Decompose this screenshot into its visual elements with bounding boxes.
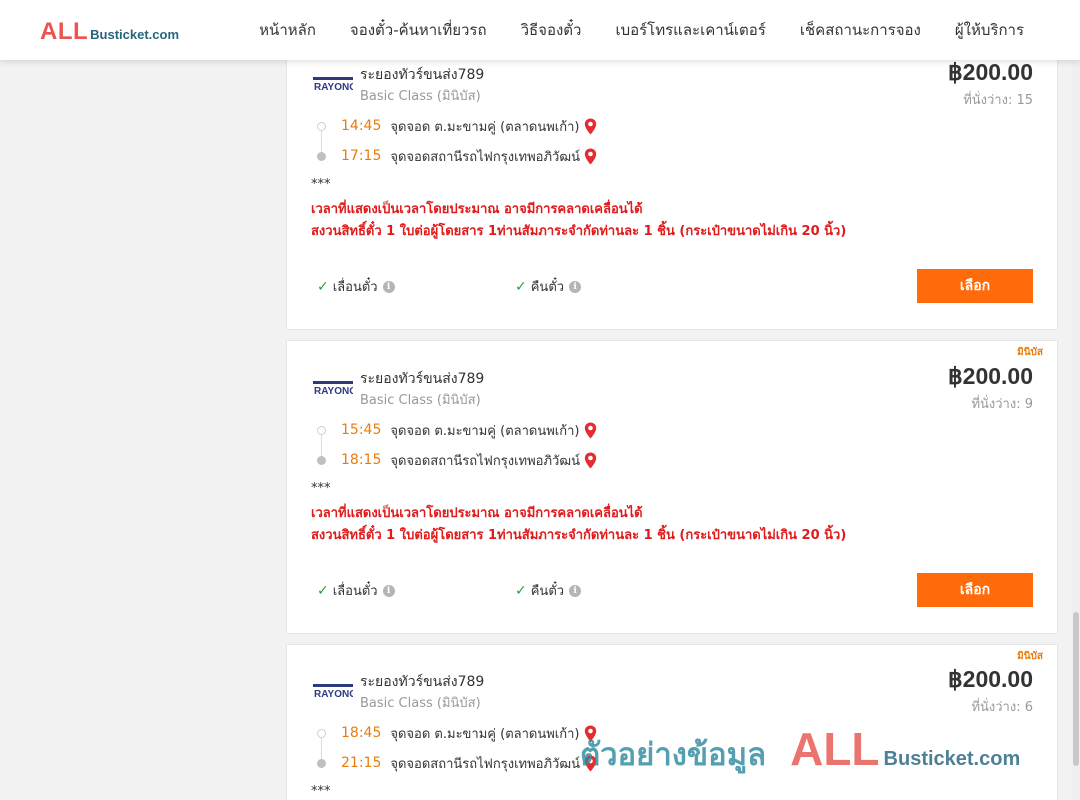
operator-name: ระยองทัวร์ขนส่ง789 (360, 67, 485, 83)
remark-stars: *** (311, 481, 331, 496)
trip-card: มินิบัส RAYONG ระยองทัวร์ขนส่ง789 Basic … (286, 340, 1058, 634)
trip-card: RAYONG ระยองทัวร์ขนส่ง789 Basic Class (ม… (286, 30, 1058, 330)
arrival-stop: 18:15 จุดจอดสถานีรถไฟกรุงเทพอภิวัฒน์ (317, 449, 597, 471)
nav-home[interactable]: หน้าหลัก (259, 18, 316, 42)
departure-place: จุดจอด ต.มะขามคู่ (ตลาดนพเก้า) (390, 726, 580, 742)
departure-stop: 15:45 จุดจอด ต.มะขามคู่ (ตลาดนพเก้า) (317, 419, 597, 441)
time-disclaimer: เวลาที่แสดงเป็นเวลาโดยประมาณ อาจมีการคลา… (311, 202, 643, 217)
page-scrollbar[interactable] (1072, 60, 1080, 800)
feature-refund-label: คืนตั๋ว (530, 280, 565, 295)
sample-data-watermark: ตัวอย่างข้อมูล ALL Busticket.com (580, 722, 1020, 779)
arrival-dot-icon (317, 758, 326, 768)
scrollbar-thumb[interactable] (1073, 612, 1079, 766)
operator-logo-icon: RAYONG (313, 77, 353, 93)
departure-time: 14:45 (341, 118, 382, 134)
map-pin-icon[interactable] (584, 452, 597, 469)
arrival-place: จุดจอดสถานีรถไฟกรุงเทพอภิวัฒน์ (390, 149, 580, 165)
operator-name: ระยองทัวร์ขนส่ง789 (360, 371, 485, 387)
bus-class: Basic Class (มินิบัส) (360, 393, 481, 408)
top-navbar: ALL Busticket.com หน้าหลัก จองตั๋ว-ค้นหา… (0, 0, 1080, 60)
departure-stop: 14:45 จุดจอด ต.มะขามคู่ (ตลาดนพเก้า) (317, 115, 597, 137)
check-icon: ✓ (515, 278, 527, 295)
seats-available: ที่นั่งว่าง: 15 (963, 93, 1033, 108)
info-icon[interactable]: i (382, 584, 395, 597)
operator-name: ระยองทัวร์ขนส่ง789 (360, 674, 485, 690)
time-disclaimer: เวลาที่แสดงเป็นเวลาโดยประมาณ อาจมีการคลา… (311, 506, 643, 521)
nav-how-to-book[interactable]: วิธีจองตั๋ว (521, 18, 582, 42)
departure-dot-icon (317, 121, 326, 131)
ticket-price: ฿200.00 (948, 666, 1033, 692)
map-pin-icon[interactable] (584, 148, 597, 165)
seats-available: ที่นั่งว่าง: 9 (971, 397, 1033, 412)
ticket-price: ฿200.00 (948, 363, 1033, 389)
operator-logo-icon: RAYONG (313, 684, 353, 700)
bus-type-tag: มินิบัส (1017, 347, 1043, 358)
arrival-dot-icon (317, 151, 326, 161)
departure-place: จุดจอด ต.มะขามคู่ (ตลาดนพเก้า) (390, 423, 580, 439)
bus-class: Basic Class (มินิบัส) (360, 696, 481, 711)
site-logo[interactable]: ALL Busticket.com (40, 18, 179, 46)
departure-place: จุดจอด ต.มะขามคู่ (ตลาดนพเก้า) (390, 119, 580, 135)
check-icon: ✓ (515, 582, 527, 599)
info-icon[interactable]: i (569, 584, 582, 597)
luggage-policy: สงวนสิทธิ์ตั๋ว 1 ใบต่อผู้โดยสาร 1ท่านสัม… (311, 528, 847, 543)
arrival-stop: 17:15 จุดจอดสถานีรถไฟกรุงเทพอภิวัฒน์ (317, 145, 597, 167)
bus-type-tag: มินิบัส (1017, 651, 1043, 662)
nav-operators[interactable]: ผู้ให้บริการ (955, 18, 1024, 42)
arrival-place: จุดจอดสถานีรถไฟกรุงเทพอภิวัฒน์ (390, 453, 580, 469)
feature-reschedule-label: เลื่อนตั๋ว (332, 280, 378, 295)
operator-logo-text: RAYONG (314, 82, 353, 93)
remark-stars: *** (311, 784, 331, 799)
arrival-dot-icon (317, 455, 326, 465)
feature-refund: ✓ คืนตั๋ว i (515, 276, 582, 297)
select-trip-button[interactable]: เลือก (917, 269, 1033, 303)
arrival-time: 21:15 (341, 755, 382, 771)
arrival-stop: 21:15 จุดจอดสถานีรถไฟกรุงเทพอภิวัฒน์ (317, 752, 597, 774)
bus-class: Basic Class (มินิบัส) (360, 89, 481, 104)
nav-contact-counters[interactable]: เบอร์โทรและเคาน์เตอร์ (615, 18, 765, 42)
main-nav: หน้าหลัก จองตั๋ว-ค้นหาเที่ยวรถ วิธีจองตั… (259, 0, 1024, 60)
departure-time: 18:45 (341, 725, 382, 741)
feature-reschedule: ✓ เลื่อนตั๋ว i (317, 580, 395, 601)
map-pin-icon[interactable] (584, 422, 597, 439)
logo-all-text: ALL (40, 18, 89, 45)
feature-reschedule: ✓ เลื่อนตั๋ว i (317, 276, 395, 297)
departure-dot-icon (317, 728, 326, 738)
check-icon: ✓ (317, 582, 329, 599)
watermark-logo-rest: Busticket.com (883, 748, 1021, 770)
watermark-logo-all: ALL (790, 723, 880, 775)
info-icon[interactable]: i (569, 280, 582, 293)
feature-reschedule-label: เลื่อนตั๋ว (332, 584, 378, 599)
arrival-time: 17:15 (341, 148, 382, 164)
departure-time: 15:45 (341, 422, 382, 438)
operator-logo-icon: RAYONG (313, 381, 353, 397)
logo-rest-text: Busticket.com (90, 27, 180, 42)
watermark-text: ตัวอย่างข้อมูล (580, 737, 767, 773)
operator-logo-text: RAYONG (314, 689, 353, 700)
remark-stars: *** (311, 177, 331, 192)
departure-stop: 18:45 จุดจอด ต.มะขามคู่ (ตลาดนพเก้า) (317, 722, 597, 744)
arrival-place: จุดจอดสถานีรถไฟกรุงเทพอภิวัฒน์ (390, 756, 580, 772)
select-trip-button[interactable]: เลือก (917, 573, 1033, 607)
arrival-time: 18:15 (341, 452, 382, 468)
feature-refund-label: คืนตั๋ว (530, 584, 565, 599)
nav-booking-search[interactable]: จองตั๋ว-ค้นหาเที่ยวรถ (350, 18, 487, 42)
nav-check-booking[interactable]: เช็คสถานะการจอง (800, 18, 921, 42)
operator-logo-text: RAYONG (314, 386, 353, 397)
check-icon: ✓ (317, 278, 329, 295)
luggage-policy: สงวนสิทธิ์ตั๋ว 1 ใบต่อผู้โดยสาร 1ท่านสัม… (311, 224, 847, 239)
seats-available: ที่นั่งว่าง: 6 (971, 700, 1033, 715)
ticket-price: ฿200.00 (948, 59, 1033, 85)
info-icon[interactable]: i (382, 280, 395, 293)
map-pin-icon[interactable] (584, 118, 597, 135)
feature-refund: ✓ คืนตั๋ว i (515, 580, 582, 601)
departure-dot-icon (317, 425, 326, 435)
